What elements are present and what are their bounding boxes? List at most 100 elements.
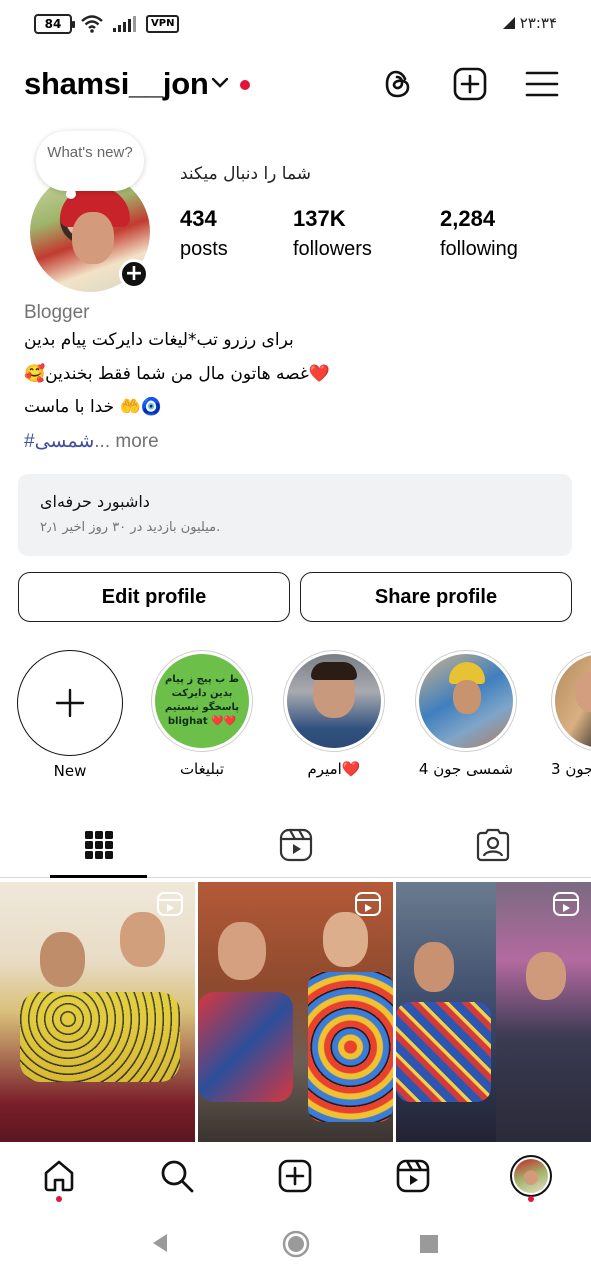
post-pattern — [20, 992, 180, 1082]
battery-icon: 84 — [34, 14, 75, 34]
add-story-icon[interactable]: + — [119, 259, 149, 289]
bio-line-1: برای رزرو تب*لیغات دایرکت پیام بدین — [24, 330, 294, 350]
highlight-label: جون 3 — [551, 760, 591, 778]
highlight-label: تبلیغات — [179, 760, 225, 778]
highlight-label: شمسی جون 4 — [418, 760, 514, 778]
status-bar: 84 VPN ۲۳:۳۴ — [0, 0, 591, 52]
bio-hashtag[interactable]: #شمسی — [24, 431, 94, 452]
system-nav-bar — [0, 1212, 591, 1280]
post-figure — [120, 912, 165, 967]
highlight-ads[interactable]: ط ب پیج ز پیام بدین دایرکت پاسخگو نیستیم… — [149, 650, 255, 778]
grid-post[interactable] — [0, 882, 195, 1142]
post-figure — [526, 952, 566, 1000]
create-icon — [278, 1159, 312, 1193]
share-profile-button[interactable]: Share profile — [300, 572, 572, 622]
grid-icon — [84, 831, 113, 859]
profile-category: Blogger — [24, 302, 90, 323]
following-count: 2,284 — [440, 206, 496, 231]
reels-icon — [279, 828, 312, 862]
post-figure — [40, 932, 85, 987]
post-shirt — [198, 992, 293, 1102]
highlight-shamsi-3-cover — [555, 654, 591, 748]
highlight-face — [453, 680, 481, 714]
profile-avatar — [510, 1155, 552, 1197]
post-shirt — [396, 1002, 491, 1102]
status-time: ۲۳:۳۴ — [519, 14, 557, 32]
profile-header: shamsi__jon — [0, 58, 591, 114]
followers-stat[interactable]: 137K followers — [293, 206, 372, 261]
plus-icon — [55, 688, 85, 718]
reels-icon — [396, 1159, 430, 1193]
home-button-icon[interactable] — [282, 1230, 310, 1258]
nav-profile[interactable] — [509, 1154, 553, 1198]
add-post-icon[interactable] — [450, 64, 490, 104]
reel-indicator-icon — [157, 892, 183, 916]
username-title[interactable]: shamsi__jon — [24, 66, 209, 102]
avatar-face — [72, 212, 114, 264]
home-icon — [44, 1160, 74, 1192]
post-figure — [218, 922, 266, 980]
posts-grid — [0, 882, 591, 1142]
menu-icon[interactable] — [522, 64, 562, 104]
post-shirt — [308, 972, 393, 1122]
tab-tagged[interactable] — [394, 812, 591, 878]
post-figure — [414, 942, 454, 992]
grid-post[interactable] — [396, 882, 591, 1142]
bottom-nav — [0, 1142, 591, 1212]
highlight-shamsi-3[interactable]: جون 3 — [549, 650, 591, 778]
profile-notification-dot — [528, 1196, 534, 1202]
status-right: ۲۳:۳۴ — [502, 14, 557, 32]
highlight-ring: ط ب پیج ز پیام بدین دایرکت پاسخگو نیستیم… — [151, 650, 253, 752]
battery-level: 84 — [44, 17, 62, 31]
following-label: following — [440, 238, 518, 260]
tab-grid[interactable] — [0, 812, 197, 878]
highlight-ring — [415, 650, 517, 752]
follows-you-text: شما را دنبال میکند — [180, 164, 312, 184]
highlight-amiram-cover — [287, 654, 381, 748]
highlight-new[interactable]: New — [17, 650, 123, 780]
grid-post[interactable] — [198, 882, 393, 1142]
highlight-clip: جون 3 — [545, 650, 591, 800]
highlight-face — [575, 672, 591, 712]
back-icon[interactable] — [150, 1232, 170, 1254]
bio-more-link[interactable]: more — [110, 431, 158, 452]
notification-dot — [240, 80, 250, 90]
profile-tabs — [0, 812, 591, 878]
nfc-icon — [502, 17, 515, 29]
nav-reels[interactable] — [391, 1154, 435, 1198]
following-stat[interactable]: 2,284 following — [440, 206, 518, 261]
tab-reels[interactable] — [197, 812, 394, 878]
home-notification-dot — [56, 1196, 62, 1202]
followers-label: followers — [293, 238, 372, 260]
profile-avatar-image — [514, 1159, 548, 1193]
recents-icon[interactable] — [419, 1234, 439, 1254]
highlight-ads-text: ط ب پیج ز پیام بدین دایرکت پاسخگو نیستیم… — [164, 674, 240, 727]
dashboard-subtitle: ۲٫۱ میلیون بازدید در ۳۰ روز اخیر. — [40, 520, 221, 535]
dashboard-title: داشبورد حرفه‌ای — [40, 492, 150, 511]
followers-count: 137K — [293, 206, 346, 231]
highlight-shamsi-4[interactable]: شمسی جون 4 — [413, 650, 519, 778]
posts-stat[interactable]: 434 posts — [180, 206, 228, 261]
nav-home[interactable] — [37, 1154, 81, 1198]
posts-label: posts — [180, 238, 228, 260]
highlight-amiram[interactable]: امیرم❤️ — [281, 650, 387, 778]
threads-icon[interactable] — [378, 64, 418, 104]
professional-dashboard[interactable]: داشبورد حرفه‌ای ۲٫۱ میلیون بازدید در ۳۰ … — [18, 474, 572, 556]
tagged-icon — [476, 828, 509, 862]
highlight-ring — [283, 650, 385, 752]
nav-search[interactable] — [155, 1154, 199, 1198]
highlight-label: New — [53, 762, 87, 780]
nav-create[interactable] — [273, 1154, 317, 1198]
highlight-label: امیرم❤️ — [307, 760, 361, 778]
signal-icon — [113, 16, 136, 32]
highlight-shamsi-4-cover — [419, 654, 513, 748]
chevron-down-icon[interactable] — [210, 76, 230, 90]
edit-profile-button[interactable]: Edit profile — [18, 572, 290, 622]
highlight-ring — [551, 650, 591, 752]
note-bubble[interactable]: What's new? — [36, 131, 144, 199]
posts-count: 434 — [180, 206, 217, 231]
bio-line-3: 🧿🤲 خدا با ماست — [24, 397, 162, 417]
bio-line-2: ❤️غصه هاتون مال من شما فقط بخندین🥰 — [24, 364, 330, 384]
highlight-hair — [311, 662, 357, 680]
wifi-icon — [81, 15, 103, 33]
